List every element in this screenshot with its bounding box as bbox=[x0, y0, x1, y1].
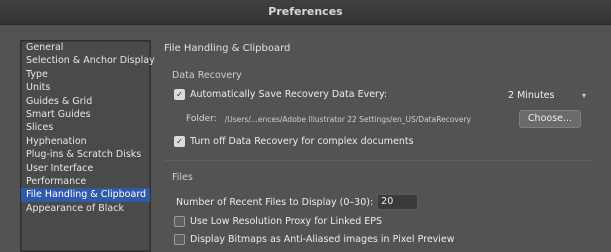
section-title: File Handling & Clipboard bbox=[164, 43, 291, 54]
auto-save-row[interactable]: ✓ Automatically Save Recovery Data Every… bbox=[174, 89, 387, 100]
sidebar-item-hyphenation[interactable]: Hyphenation bbox=[21, 135, 150, 148]
low-res-proxy-row[interactable]: Use Low Resolution Proxy for Linked EPS bbox=[174, 216, 382, 227]
recovery-interval-select[interactable]: 2 Minutes ▾ bbox=[503, 88, 590, 103]
recent-files-label: Number of Recent Files to Display (0–30)… bbox=[176, 196, 374, 208]
turn-off-recovery-checkbox[interactable]: ✓ bbox=[174, 136, 185, 147]
recent-files-row: Number of Recent Files to Display (0–30)… bbox=[176, 194, 419, 210]
recovery-interval-value: 2 Minutes bbox=[508, 90, 555, 101]
choose-button[interactable]: Choose... bbox=[519, 110, 581, 128]
sidebar-item-type[interactable]: Type bbox=[21, 68, 150, 81]
chevron-down-icon: ▾ bbox=[581, 91, 586, 100]
sidebar-item-user-interface[interactable]: User Interface bbox=[21, 162, 150, 175]
turn-off-recovery-row[interactable]: ✓ Turn off Data Recovery for complex doc… bbox=[174, 136, 414, 147]
antialias-bitmaps-row[interactable]: Display Bitmaps as Anti-Aliased images i… bbox=[174, 234, 455, 245]
low-res-proxy-label: Use Low Resolution Proxy for Linked EPS bbox=[190, 216, 383, 227]
turn-off-recovery-label: Turn off Data Recovery for complex docum… bbox=[190, 136, 414, 147]
antialias-bitmaps-label: Display Bitmaps as Anti-Aliased images i… bbox=[190, 234, 455, 245]
sidebar-item-guides-grid[interactable]: Guides & Grid bbox=[21, 95, 150, 108]
files-group-label: Files bbox=[172, 172, 193, 183]
sidebar-item-units[interactable]: Units bbox=[21, 81, 150, 94]
sidebar-item-file-handling-clipboard[interactable]: File Handling & Clipboard bbox=[21, 188, 150, 202]
sidebar-item-selection-anchor-display[interactable]: Selection & Anchor Display bbox=[21, 54, 155, 67]
auto-save-label: Automatically Save Recovery Data Every: bbox=[190, 89, 388, 100]
preferences-sidebar: General Selection & Anchor Display Type … bbox=[20, 40, 155, 252]
sidebar-item-plugins-scratch-disks[interactable]: Plug-ins & Scratch Disks bbox=[21, 148, 150, 161]
data-recovery-group-label: Data Recovery bbox=[172, 70, 242, 81]
sidebar-item-general[interactable]: General bbox=[21, 41, 150, 54]
low-res-proxy-checkbox[interactable] bbox=[174, 216, 185, 227]
auto-save-checkbox[interactable]: ✓ bbox=[174, 89, 185, 100]
window-title: Preferences bbox=[268, 5, 343, 18]
sidebar-item-smart-guides[interactable]: Smart Guides bbox=[21, 108, 150, 121]
sidebar-item-performance[interactable]: Performance bbox=[21, 175, 150, 188]
sidebar-item-slices[interactable]: Slices bbox=[21, 121, 150, 134]
folder-path: /Users/...ences/Adobe Illustrator 22 Set… bbox=[224, 114, 471, 124]
window-title-bar: Preferences bbox=[0, 0, 611, 25]
section-divider bbox=[164, 160, 594, 161]
folder-label: Folder: bbox=[186, 114, 217, 124]
recent-files-input[interactable]: 20 bbox=[377, 194, 419, 210]
antialias-bitmaps-checkbox[interactable] bbox=[174, 234, 185, 245]
sidebar-item-appearance-of-black[interactable]: Appearance of Black bbox=[21, 202, 150, 215]
folder-row: Folder: /Users/...ences/Adobe Illustrato… bbox=[186, 114, 471, 124]
